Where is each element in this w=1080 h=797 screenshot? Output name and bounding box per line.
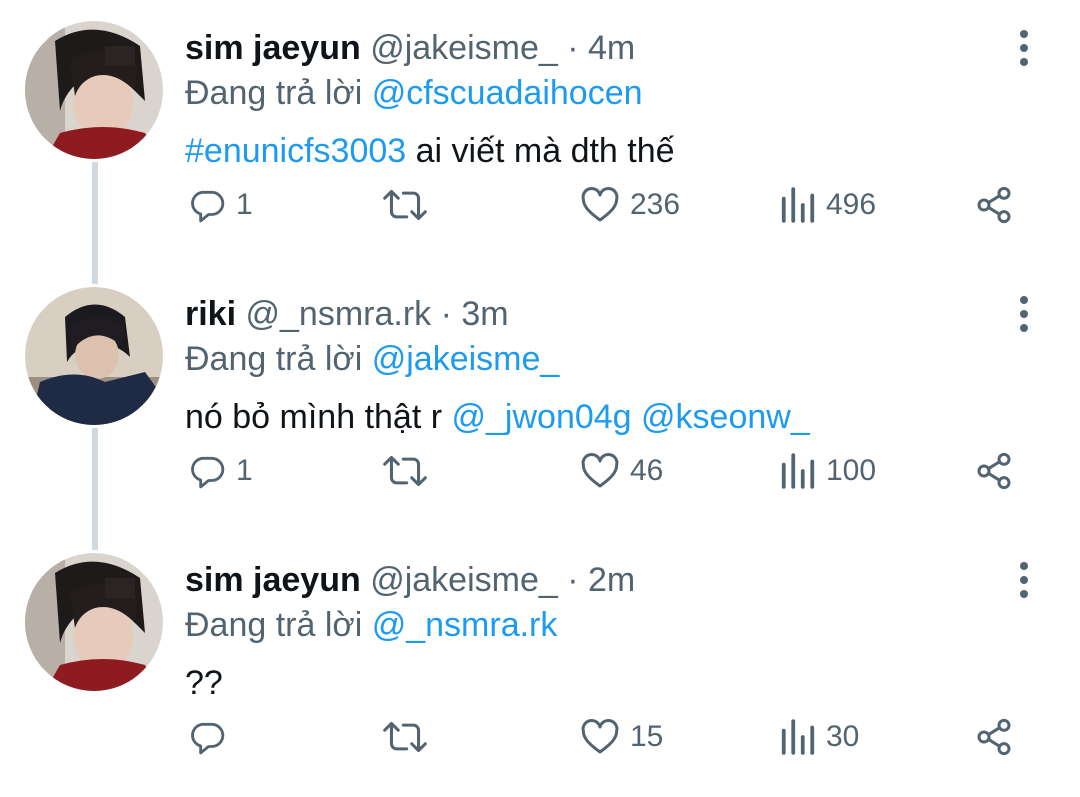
share-button[interactable] [974,446,1014,496]
tweet-text-body: ai viết mà dth thế [406,132,675,170]
author-name[interactable]: sim jaeyun [185,29,361,67]
heart-icon [581,719,619,754]
reply-icon [191,456,225,489]
more-vertical-icon[interactable] [1008,560,1040,600]
like-button[interactable]: 46 [580,446,663,496]
tweet[interactable]: riki @_nsmra.rk · 3m Đang trả lời @jakei… [0,266,1080,531]
tweet[interactable]: sim jaeyun @jakeisme_ · 4m Đang trả lời … [0,0,1080,265]
views-icon [781,719,815,755]
avatar[interactable] [25,21,163,159]
replying-to: Đang trả lời @_nsmra.rk [185,603,557,647]
tweet-text: nó bỏ mình thật r @_jwon04g @kseonw_ [185,395,810,439]
retweet-button[interactable] [383,446,427,496]
share-button[interactable] [974,712,1014,762]
tweet-header: sim jaeyun @jakeisme_ · 4m [185,26,635,70]
reply-button[interactable] [188,712,236,762]
replying-to: Đang trả lời @cfscuadaihocen [185,71,643,115]
like-count: 236 [630,188,681,221]
action-bar: 1 46 100 [0,446,1080,496]
mention-links[interactable]: @_jwon04g @kseonw_ [452,398,810,436]
reply-count: 1 [236,454,253,487]
view-count: 496 [826,188,877,221]
avatar[interactable] [25,287,163,425]
author-name[interactable]: sim jaeyun [185,561,361,599]
more-vertical-icon[interactable] [1008,294,1040,334]
tweet-text: #enunicfs3003 ai viết mà dth thế [185,129,675,173]
timestamp[interactable]: · 2m [567,561,635,599]
view-count: 100 [826,454,877,487]
avatar[interactable] [25,553,163,691]
views-button[interactable]: 496 [780,180,876,230]
views-icon [781,453,815,489]
like-count: 15 [630,720,664,753]
more-vertical-icon[interactable] [1008,28,1040,68]
view-count: 30 [826,720,860,753]
tweet-text-body: nó bỏ mình thật r [185,398,452,436]
heart-icon [581,187,619,222]
reply-icon [191,190,225,223]
timestamp[interactable]: · 4m [567,29,635,67]
share-icon [977,452,1011,490]
share-button[interactable] [974,180,1014,230]
views-button[interactable]: 100 [780,446,876,496]
views-icon [781,187,815,223]
reply-count: 1 [236,188,253,221]
tweet-header: riki @_nsmra.rk · 3m [185,292,509,336]
retweet-button[interactable] [383,712,427,762]
retweet-icon [383,455,427,487]
replying-prefix: Đang trả lời [185,74,363,112]
tweet[interactable]: sim jaeyun @jakeisme_ · 2m Đang trả lời … [0,532,1080,797]
replying-to-link[interactable]: @cfscuadaihocen [372,74,643,112]
retweet-icon [383,721,427,753]
tweet-text: ?? [185,664,223,702]
share-icon [977,186,1011,224]
like-button[interactable]: 15 [580,712,663,762]
hashtag-link[interactable]: #enunicfs3003 [185,132,406,170]
replying-to-link[interactable]: @jakeisme_ [372,340,560,378]
share-icon [977,718,1011,756]
reply-icon [191,722,225,755]
retweet-button[interactable] [383,180,427,230]
author-handle[interactable]: @jakeisme_ [370,561,558,599]
action-bar: 1 236 496 [0,180,1080,230]
author-handle[interactable]: @_nsmra.rk [246,295,432,333]
replying-to: Đang trả lời @jakeisme_ [185,337,559,381]
reply-button[interactable]: 1 [188,180,253,230]
replying-prefix: Đang trả lời [185,606,363,644]
views-button[interactable]: 30 [780,712,859,762]
timestamp[interactable]: · 3m [441,295,509,333]
reply-button[interactable]: 1 [188,446,253,496]
replying-to-link[interactable]: @_nsmra.rk [372,606,558,644]
like-button[interactable]: 236 [580,180,680,230]
replying-prefix: Đang trả lời [185,340,363,378]
author-name[interactable]: riki [185,295,236,333]
heart-icon [581,453,619,488]
retweet-icon [383,189,427,221]
action-bar: 15 30 [0,712,1080,762]
author-handle[interactable]: @jakeisme_ [370,29,558,67]
like-count: 46 [630,454,664,487]
tweet-header: sim jaeyun @jakeisme_ · 2m [185,558,635,602]
